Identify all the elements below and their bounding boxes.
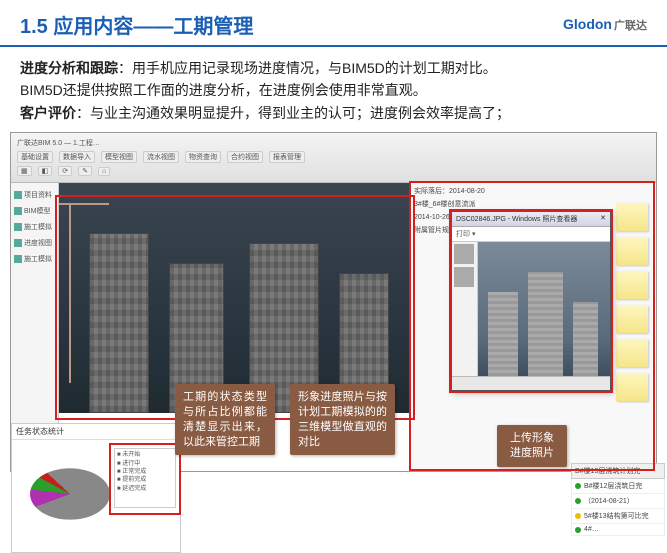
crane-shape [69, 203, 71, 383]
status-dot-icon [575, 527, 581, 533]
toolbar-row-title: 广联达BIM 5.0 — 1.工程… [17, 136, 650, 150]
legend-item: ■ 延迟完成 [117, 485, 173, 493]
desc-line-1: 进度分析和跟踪：用手机应用记录现场进度情况，与BIM5D的计划工期对比。 [20, 57, 647, 79]
pie-chart-panel: 任务状态统计 ■ 未开始 ■ 进行中 ■ 正常完成 ■ 提前完成 ■ 延迟完成 [11, 423, 181, 553]
thumbnail-strip [452, 242, 478, 382]
sticky-note[interactable] [616, 203, 648, 231]
callout-compare-explain: 形象进度照片与按计划工期模拟的的三维模型做直观的对比 [290, 384, 395, 455]
photo-window-body [452, 242, 610, 382]
photo-window-toolbar: 打印 ▾ [452, 227, 610, 242]
task-item[interactable]: （2014-08-21） [571, 494, 665, 509]
legend-item: ■ 提前完成 [117, 476, 173, 484]
sidebar-item[interactable]: BIM模型 [11, 203, 58, 219]
callout-upload-photo: 上传形象进度照片 [497, 425, 567, 467]
menu-item-5[interactable]: 物资查询 [185, 151, 221, 163]
sidebar-item[interactable]: 施工模拟 [11, 251, 58, 267]
app-toolbar: 广联达BIM 5.0 — 1.工程… 基础设置 数据导入 模型视图 流水视图 物… [11, 133, 656, 183]
close-icon[interactable]: ✕ [600, 214, 606, 224]
menu-item-2[interactable]: 数据导入 [59, 151, 95, 163]
menu-item-1[interactable]: 基础设置 [17, 151, 53, 163]
status-dot-icon [575, 483, 581, 489]
menu-item-7[interactable]: 报表管理 [269, 151, 305, 163]
logo-en: Glodon [563, 16, 612, 32]
menu-item-3[interactable]: 模型视图 [101, 151, 137, 163]
legend-item: ■ 进行中 [117, 460, 173, 468]
logo-cn: 广联达 [614, 20, 647, 32]
task-item[interactable]: 4#… [571, 524, 665, 536]
toolbar-icon[interactable]: ⌂ [98, 167, 110, 176]
sidebar-item[interactable]: 施工模拟 [11, 219, 58, 235]
desc-line3-rest: ：与业主沟通效果明显提升，得到业主的认可；进度例会效率提高了； [76, 105, 510, 121]
photo-window-statusbar [452, 376, 610, 390]
task-list-title: B#楼15层浇筑计划完 [571, 463, 665, 479]
slide-header: 1.5 应用内容——工期管理 Glodon广联达 [0, 0, 667, 47]
photo-window-title: DSC02846.JPG - Windows 照片查看器 [456, 214, 577, 224]
sticky-note[interactable] [616, 373, 648, 401]
photo-building [573, 302, 598, 382]
desc-line-3: 客户评价：与业主沟通效果明显提升，得到业主的认可；进度例会效率提高了； [20, 102, 647, 124]
app-window-title: 广联达BIM 5.0 — 1.工程… [17, 138, 100, 148]
legend-item: ■ 未开始 [117, 451, 173, 459]
sticky-note[interactable] [616, 305, 648, 333]
sidebar-item[interactable]: 项目资料 [11, 187, 58, 203]
building-model [89, 233, 149, 413]
thumbnail[interactable] [454, 244, 474, 264]
desc-line3-bold: 客户评价 [20, 105, 76, 121]
toolbar-row-menu: 基础设置 数据导入 模型视图 流水视图 物资查询 合约视图 报表管理 [17, 150, 650, 164]
info-date: 实际落后：2014-08-20 [414, 187, 652, 196]
callout-pie-explain: 工期的状态类型与所占比例都能清楚显示出来，以此来管控工期 [175, 384, 275, 455]
sticky-note[interactable] [616, 237, 648, 265]
menu-item-4[interactable]: 流水视图 [143, 151, 179, 163]
toolbar-row-icons: ▦ ◧ ⟳ ✎ ⌂ [17, 164, 650, 178]
pie-chart-title: 任务状态统计 [12, 424, 180, 440]
photo-building [528, 272, 563, 382]
print-menu[interactable]: 打印 ▾ [456, 231, 475, 238]
desc-line-2: BIM5D还提供按照工作面的进度分析，在进度例会使用非常直观。 [20, 79, 647, 101]
thumbnail[interactable] [454, 267, 474, 287]
toolbar-icon[interactable]: ◧ [38, 166, 53, 176]
brand-logo: Glodon广联达 [563, 16, 647, 33]
sidebar-item[interactable]: 进度视图 [11, 235, 58, 251]
sim-icon [14, 223, 22, 231]
desc-line1-bold: 进度分析和跟踪 [20, 60, 118, 76]
menu-item-6[interactable]: 合约视图 [227, 151, 263, 163]
photo-main[interactable] [478, 242, 610, 382]
sticky-note[interactable] [616, 271, 648, 299]
folder-icon [14, 191, 22, 199]
sticky-note[interactable] [616, 339, 648, 367]
pie-chart [30, 468, 110, 519]
status-dot-icon [575, 498, 581, 504]
desc-line1-rest: ：用手机应用记录现场进度情况，与BIM5D的计划工期对比。 [118, 60, 497, 76]
model-icon [14, 207, 22, 215]
toolbar-icon[interactable]: ⟳ [58, 166, 72, 176]
pie-legend: ■ 未开始 ■ 进行中 ■ 正常完成 ■ 提前完成 ■ 延迟完成 [114, 448, 176, 508]
toolbar-icon[interactable]: ▦ [17, 166, 32, 176]
progress-icon [14, 239, 22, 247]
photo-viewer-window[interactable]: DSC02846.JPG - Windows 照片查看器 ✕ 打印 ▾ [451, 211, 611, 391]
sim2-icon [14, 255, 22, 263]
sticky-notes-column [616, 203, 652, 467]
task-item[interactable]: 5#楼13结构第可比完 [571, 509, 665, 524]
slide-description: 进度分析和跟踪：用手机应用记录现场进度情况，与BIM5D的计划工期对比。 BIM… [0, 47, 667, 132]
status-dot-icon [575, 513, 581, 519]
3d-viewport[interactable] [59, 183, 409, 413]
slide-title: 1.5 应用内容——工期管理 [20, 10, 253, 39]
toolbar-icon[interactable]: ✎ [78, 166, 92, 176]
task-item[interactable]: B#楼12层浇筑日完 [571, 479, 665, 494]
legend-item: ■ 正常完成 [117, 468, 173, 476]
photo-window-titlebar[interactable]: DSC02846.JPG - Windows 照片查看器 ✕ [452, 212, 610, 227]
photo-building [488, 292, 518, 382]
